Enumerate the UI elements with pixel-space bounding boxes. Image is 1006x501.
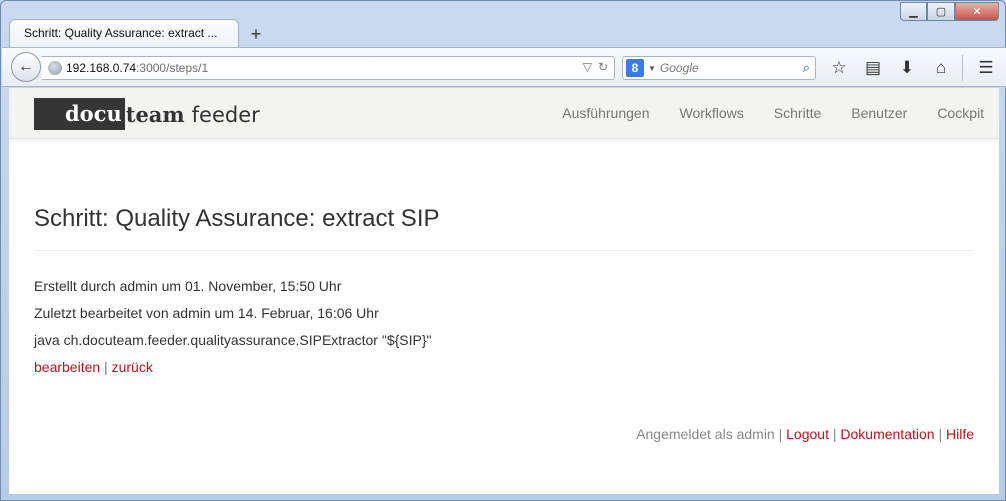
reading-list-icon[interactable]: ▤: [856, 54, 890, 82]
step-details: Erstellt durch admin um 01. November, 15…: [34, 273, 974, 354]
downloads-icon[interactable]: ⬇: [890, 54, 924, 82]
nav-cockpit[interactable]: Cockpit: [937, 105, 984, 121]
url-bar[interactable]: 192.168.0.74:3000/steps/1 ▽ ↻: [42, 56, 615, 80]
url-host: 192.168.0.74: [66, 61, 137, 75]
browser-window: ▁ ▢ ✕ Schritt: Quality Assurance: extrac…: [0, 0, 1006, 501]
dropdown-history-icon[interactable]: ▽: [583, 60, 592, 74]
close-window-button[interactable]: ✕: [955, 2, 999, 21]
site-identity-icon[interactable]: [48, 61, 62, 75]
search-bar[interactable]: 8 ▼ Google ⌕: [622, 56, 816, 80]
documentation-link[interactable]: Dokumentation: [840, 426, 934, 442]
search-icon[interactable]: ⌕: [803, 60, 810, 76]
logo-team: team: [125, 102, 185, 127]
footer-separator: |: [828, 426, 841, 442]
back-arrow-icon: ←: [18, 58, 34, 75]
engine-chevron-down-icon[interactable]: ▼: [648, 64, 656, 73]
logo-docu: docu: [34, 98, 125, 130]
back-button[interactable]: ←: [11, 52, 41, 82]
bookmark-star-icon[interactable]: ☆: [822, 54, 856, 82]
google-engine-icon[interactable]: 8: [626, 59, 644, 77]
site-header: docu team feeder Ausführungen Workflows …: [9, 88, 999, 139]
tab-strip: Schritt: Quality Assurance: extract ... …: [9, 17, 269, 47]
logo-feeder: feeder: [191, 103, 260, 127]
new-tab-button[interactable]: +: [243, 21, 269, 47]
page-viewport: docu team feeder Ausführungen Workflows …: [9, 88, 999, 494]
updated-info: Zuletzt bearbeitet von admin um 14. Febr…: [34, 305, 379, 321]
nav-benutzer[interactable]: Benutzer: [851, 105, 907, 121]
browser-tab-active[interactable]: Schritt: Quality Assurance: extract ...: [9, 19, 239, 47]
toolbar-separator: [962, 55, 963, 81]
created-info: Erstellt durch admin um 01. November, 15…: [34, 278, 342, 294]
edit-link[interactable]: bearbeiten: [34, 359, 100, 375]
restore-button[interactable]: ▢: [927, 2, 955, 21]
page-footer: Angemeldet als admin | Logout | Dokument…: [636, 426, 974, 442]
navigation-toolbar: ← 192.168.0.74:3000/steps/1 ▽ ↻ 8 ▼ Goog…: [2, 47, 1006, 87]
step-actions: bearbeiten | zurück: [34, 354, 974, 381]
home-icon[interactable]: ⌂: [924, 54, 958, 82]
back-link[interactable]: zurück: [112, 359, 153, 375]
toolbar-icons: ☆ ▤ ⬇ ⌂ ☰: [822, 54, 1003, 82]
url-bar-icons: ▽ ↻: [583, 60, 608, 74]
search-input[interactable]: Google: [660, 61, 699, 75]
footer-separator: |: [934, 426, 946, 442]
footer-separator: |: [774, 426, 787, 442]
reload-icon[interactable]: ↻: [598, 60, 608, 74]
docuteam-logo[interactable]: docu team feeder: [34, 98, 260, 130]
nav-workflows[interactable]: Workflows: [679, 105, 743, 121]
nav-ausfuehrungen[interactable]: Ausführungen: [562, 105, 649, 121]
logout-link[interactable]: Logout: [786, 426, 829, 442]
nav-schritte[interactable]: Schritte: [774, 105, 821, 121]
minimize-button[interactable]: ▁: [900, 2, 927, 21]
url-path: :3000/steps/1: [136, 61, 209, 75]
logged-in-text: Angemeldet als admin: [636, 426, 775, 442]
step-command: java ch.docuteam.feeder.qualityassurance…: [34, 332, 432, 348]
page-content: Schritt: Quality Assurance: extract SIP …: [9, 205, 999, 381]
link-separator: |: [100, 359, 112, 375]
page-title: Schritt: Quality Assurance: extract SIP: [34, 205, 974, 251]
menu-icon[interactable]: ☰: [969, 54, 1003, 82]
help-link[interactable]: Hilfe: [946, 426, 974, 442]
main-nav: Ausführungen Workflows Schritte Benutzer…: [532, 105, 984, 121]
window-controls: ▁ ▢ ✕: [900, 2, 999, 21]
